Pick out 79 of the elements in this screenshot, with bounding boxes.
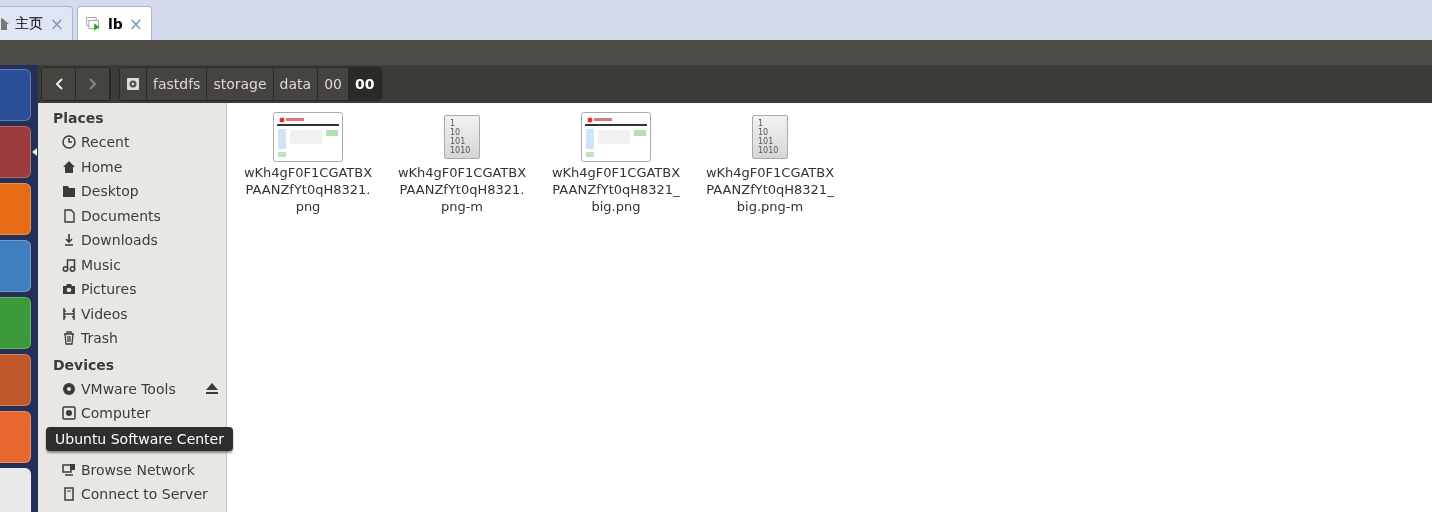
sidebar-item[interactable]: Videos xyxy=(53,301,226,326)
app-launcher-icon[interactable] xyxy=(0,69,31,121)
item-label: Pictures xyxy=(81,281,137,298)
sidebar-item[interactable]: Trash xyxy=(53,326,226,351)
network-icon xyxy=(62,462,76,477)
file-name: wKh4gF0F1CGATBX PAANZfYt0qH8321_ big.png xyxy=(551,164,681,215)
binary-file-icon: 1 10 101 1010 xyxy=(752,115,788,159)
path-button[interactable]: data xyxy=(273,68,319,100)
item-label: Documents xyxy=(81,207,161,224)
sidebar-item[interactable]: Connect to Server xyxy=(53,482,226,507)
sidebar-item[interactable]: Browse Network xyxy=(53,457,226,482)
item-label: Music xyxy=(81,256,121,273)
item-label: Computer xyxy=(81,405,151,422)
sidebar-item[interactable]: Computer xyxy=(53,401,226,426)
doc-icon xyxy=(62,208,76,223)
item-label: Browse Network xyxy=(81,461,195,478)
browser-tab[interactable]: 主页 × xyxy=(0,6,73,40)
film-icon xyxy=(62,306,76,321)
item-label: Desktop xyxy=(81,183,139,200)
path-button[interactable]: fastdfs xyxy=(147,68,208,100)
sidebar-item[interactable]: VMware Tools xyxy=(53,376,226,401)
clock-icon xyxy=(62,135,76,150)
disc-icon xyxy=(62,381,76,396)
camera-icon xyxy=(62,282,76,297)
app-launcher-icon[interactable] xyxy=(0,183,31,235)
file-item[interactable]: wKh4gF0F1CGATBX PAANZfYt0qH8321_ big.png xyxy=(541,112,691,215)
forward-icon xyxy=(88,78,97,90)
path-button[interactable]: 00 xyxy=(318,68,349,100)
section-heading: Places xyxy=(53,109,105,128)
back-button[interactable] xyxy=(42,68,76,100)
eject-icon[interactable] xyxy=(206,383,218,395)
trash-icon xyxy=(62,331,76,346)
app-launcher-icon[interactable] xyxy=(0,354,31,406)
screenshot-thumbnail-icon xyxy=(273,112,343,162)
browser-tab[interactable]: lb × xyxy=(77,6,152,40)
sidebar-item[interactable]: Music xyxy=(53,252,226,277)
file-name: wKh4gF0F1CGATBX PAANZfYt0qH8321. png xyxy=(243,164,373,215)
app-launcher-icon[interactable] xyxy=(0,411,31,463)
drive-icon xyxy=(126,77,140,91)
sidebar-item[interactable]: Pictures xyxy=(53,277,226,302)
file-item[interactable]: wKh4gF0F1CGATBX PAANZfYt0qH8321. png xyxy=(233,112,383,215)
sidebar-item[interactable]: Downloads xyxy=(53,228,226,253)
item-label: Connect to Server xyxy=(81,486,208,503)
item-label: Trash xyxy=(81,330,118,347)
sidebar-item[interactable]: Documents xyxy=(53,203,226,228)
section-heading: Devices xyxy=(53,355,116,375)
app-launcher-icon[interactable] xyxy=(0,126,31,178)
path-button[interactable]: 00 xyxy=(348,68,382,100)
sidebar-item[interactable]: Home xyxy=(53,154,226,179)
back-icon xyxy=(54,78,63,90)
item-label: Videos xyxy=(81,305,128,322)
app-launcher-icon[interactable] xyxy=(0,297,31,349)
tab-label: lb xyxy=(107,15,123,32)
tab-label: 主页 xyxy=(15,14,43,33)
app-launcher-icon[interactable] xyxy=(0,468,31,512)
server-icon xyxy=(62,487,76,502)
item-label: Downloads xyxy=(81,232,158,249)
file-item[interactable]: 1 10 101 1010 wKh4gF0F1CGATBX PAANZfYt0qH8321_ big.png-m xyxy=(695,112,845,215)
sidebar-item[interactable]: Desktop xyxy=(53,179,226,204)
app-launcher-icon[interactable] xyxy=(0,240,31,292)
home-icon xyxy=(1,16,9,31)
forward-button[interactable] xyxy=(76,68,110,100)
home-icon xyxy=(62,159,76,174)
file-name: wKh4gF0F1CGATBX PAANZfYt0qH8321_ big.png-m xyxy=(705,164,835,215)
screenshot-thumbnail-icon xyxy=(581,112,651,162)
music-icon xyxy=(62,257,76,272)
binary-file-icon: 1 10 101 1010 xyxy=(444,115,480,159)
tooltip: Ubuntu Software Center xyxy=(46,427,233,451)
item-label: VMware Tools xyxy=(81,380,176,397)
drive-button[interactable] xyxy=(120,68,147,100)
sidebar-item[interactable]: Recent xyxy=(53,130,226,155)
folder-icon xyxy=(62,184,76,199)
path-button[interactable]: storage xyxy=(207,68,274,100)
item-label: Home xyxy=(81,158,123,175)
file-item[interactable]: 1 10 101 1010 wKh4gF0F1CGATBX PAANZfYt0qH8321. png-m xyxy=(387,112,537,215)
download-icon xyxy=(62,233,76,248)
drive-icon xyxy=(62,406,76,421)
file-name: wKh4gF0F1CGATBX PAANZfYt0qH8321. png-m xyxy=(397,164,527,215)
item-label: Recent xyxy=(81,134,130,151)
